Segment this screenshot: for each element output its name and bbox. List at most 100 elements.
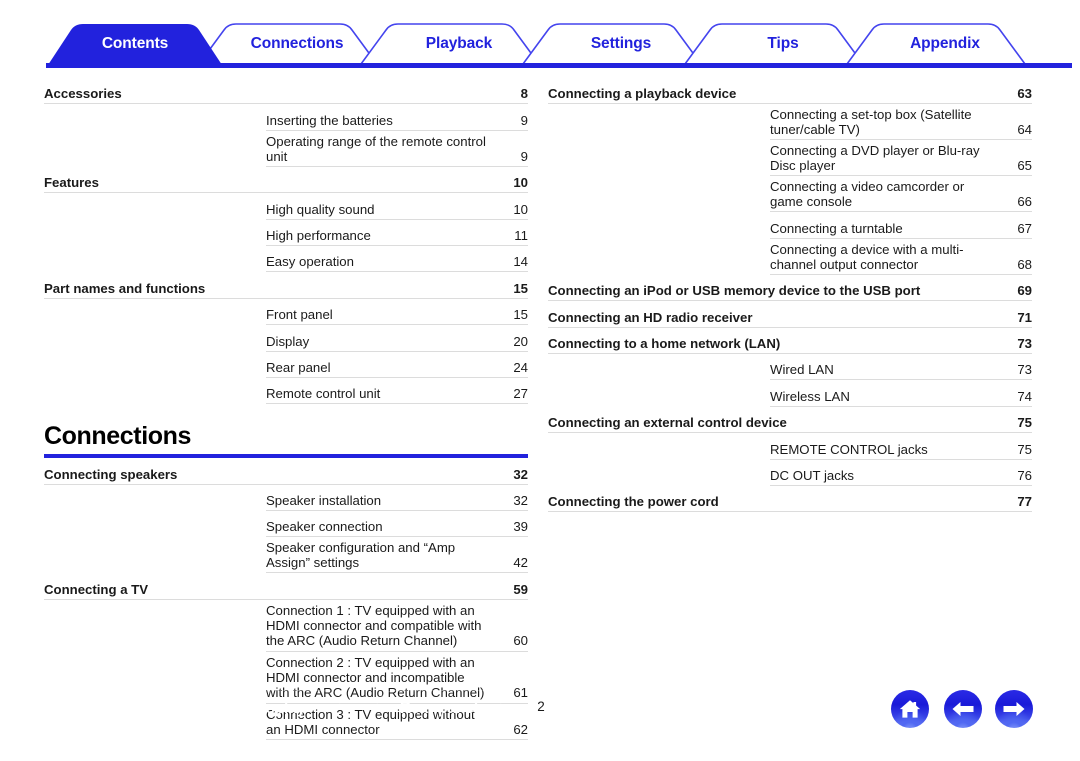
toc-indent-spacer (44, 298, 266, 324)
arrow-left-icon-glyph (952, 702, 974, 716)
toc-entry-title: Connecting a DVD player or Blu-ray Disc … (770, 139, 992, 177)
toc-entry-page: 66 (992, 175, 1032, 213)
toc-indent-spacer (44, 130, 266, 166)
toc-entry-item[interactable]: Display 20 (44, 324, 528, 352)
toc-entry-title: Display (266, 324, 488, 352)
toc-entry-title: Connecting a turntable (770, 211, 992, 239)
toc-indent-spacer (44, 511, 266, 537)
toc-entry-item[interactable]: Speaker connection 39 (44, 510, 528, 538)
toc-entry-heading[interactable]: Connecting the power cord 77 (548, 485, 1032, 513)
toc-entry-page: 8 (488, 78, 528, 105)
toc-content: Accessories 8 Inserting the batteries 9 Oper… (0, 78, 1080, 740)
toc-entry-item[interactable]: Easy operation 14 (44, 245, 528, 273)
home-icon[interactable] (891, 690, 929, 728)
toc-entry-title: High performance (266, 219, 488, 246)
toc-entry-item[interactable]: Wireless LAN 74 (548, 379, 1032, 407)
toc-entry-page: 42 (488, 536, 528, 574)
toc-entry-page: 32 (488, 458, 528, 485)
toc-entry-page: 73 (992, 327, 1032, 354)
toc-entry-page: 24 (488, 351, 528, 378)
toc-indent-spacer (548, 104, 770, 140)
toc-entry-heading[interactable]: Connecting a playback device 63 (548, 78, 1032, 105)
toc-entry-item[interactable]: REMOTE CONTROL jacks 75 (548, 432, 1032, 460)
toc-entry-title: Easy operation (266, 245, 488, 273)
toc-entry-page: 9 (488, 130, 528, 167)
nav-button-display[interactable]: Display (215, 690, 341, 728)
toc-entry-item[interactable]: Connecting a set-top box (Satellite tune… (548, 103, 1032, 141)
nav-button-front-panel[interactable]: Front panel (52, 690, 178, 728)
toc-entry-page: 11 (488, 219, 528, 246)
toc-entry-page: 77 (992, 485, 1032, 513)
nav-button-remote[interactable]: Remote (577, 690, 703, 728)
toc-entry-item[interactable]: Connecting a device with a multi-channel… (548, 238, 1032, 275)
toc-entry-item[interactable]: DC OUT jacks 76 (548, 459, 1032, 486)
toc-entry-item[interactable]: Connecting a video camcorder or game con… (548, 175, 1032, 213)
toc-entry-heading[interactable]: Connecting speakers 32 (44, 458, 528, 485)
tab-appendix[interactable]: Appendix (856, 35, 1034, 53)
toc-indent-spacer (548, 176, 770, 212)
arrow-right-icon[interactable] (995, 690, 1033, 728)
toc-entry-title: REMOTE CONTROL jacks (770, 432, 992, 460)
toc-entry-title: Wired LAN (770, 353, 992, 381)
tab-connections[interactable]: Connections (208, 35, 386, 53)
toc-entry-page: 15 (488, 298, 528, 326)
toc-entry-heading[interactable]: Connecting an HD radio receiver 71 (548, 300, 1032, 328)
toc-entry-item[interactable]: High performance 11 (44, 219, 528, 246)
nav-button-rear-panel[interactable]: Rear panel (376, 690, 502, 728)
toc-entry-page: 32 (488, 484, 528, 512)
toc-entry-item[interactable]: Speaker configuration and “Amp Assign” s… (44, 536, 528, 574)
toc-indent-spacer (548, 212, 770, 238)
nav-button-index[interactable]: Index (738, 690, 864, 728)
toc-table-left: Accessories 8 Inserting the batteries 9 Oper… (44, 78, 528, 740)
toc-entry-item[interactable]: Remote control unit 27 (44, 377, 528, 405)
toc-entry-heading[interactable]: Connecting an iPod or USB memory device … (548, 274, 1032, 302)
toc-entry-page: 27 (488, 377, 528, 405)
toc-entry-heading[interactable]: Connecting to a home network (LAN) 73 (548, 327, 1032, 354)
toc-entry-title: Connecting a TV (44, 572, 488, 600)
toc-entry-title: Connecting a playback device (548, 78, 992, 105)
toc-entry-heading[interactable]: Connecting a TV 59 (44, 572, 528, 600)
toc-entry-item[interactable]: Speaker installation 32 (44, 484, 528, 512)
toc-entry-item[interactable]: Rear panel 24 (44, 351, 528, 378)
toc-entry-item[interactable]: Wired LAN 73 (548, 353, 1032, 381)
toc-entry-item[interactable]: Operating range of the remote control un… (44, 130, 528, 167)
tab-settings[interactable]: Settings (532, 35, 710, 53)
toc-entry-item[interactable]: Connecting a DVD player or Blu-ray Disc … (548, 139, 1032, 177)
toc-entry-item[interactable]: Inserting the batteries 9 (44, 103, 528, 131)
toc-entry-title: Inserting the batteries (266, 103, 488, 131)
home-icon-glyph (899, 700, 921, 718)
toc-entry-title: Connecting an HD radio receiver (548, 300, 992, 328)
toc-entry-heading[interactable]: Features 10 (44, 166, 528, 194)
footer-nav: Front panel Display Rear panel Remote In… (0, 690, 1080, 750)
toc-entry-title: Connecting an iPod or USB memory device … (548, 274, 992, 302)
tab-tips[interactable]: Tips (694, 35, 872, 53)
toc-entry-title: Front panel (266, 298, 488, 326)
toc-entry-heading[interactable]: Part names and functions 15 (44, 271, 528, 299)
toc-entry-title: Connecting the power cord (548, 485, 992, 513)
toc-entry-page: 75 (992, 432, 1032, 460)
toc-table-right: Connecting a playback device 63 Connecting… (548, 78, 1032, 513)
tab-playback[interactable]: Playback (370, 35, 548, 53)
toc-section-break: Connections (44, 404, 528, 459)
toc-entry-title: Rear panel (266, 351, 488, 378)
toc-entry-item[interactable]: Connection 1 : TV equipped with an HDMI … (44, 599, 528, 652)
toc-entry-item[interactable]: Connecting a turntable 67 (548, 211, 1032, 239)
toc-entry-page: 10 (488, 166, 528, 194)
toc-indent-spacer (44, 537, 266, 573)
toc-entry-item[interactable]: High quality sound 10 (44, 192, 528, 220)
arrow-left-icon[interactable] (944, 690, 982, 728)
toc-entry-page: 76 (992, 459, 1032, 486)
toc-entry-heading[interactable]: Accessories 8 (44, 78, 528, 105)
toc-entry-item[interactable]: Front panel 15 (44, 298, 528, 326)
toc-entry-title: Connecting to a home network (LAN) (548, 327, 992, 354)
toc-indent-spacer (548, 433, 770, 459)
toc-entry-page: 75 (992, 406, 1032, 434)
toc-entry-page: 64 (992, 103, 1032, 141)
tab-contents[interactable]: Contents (46, 35, 224, 53)
toc-indent-spacer (548, 459, 770, 485)
toc-indent-spacer (548, 380, 770, 406)
toc-entry-title: Connecting an external control device (548, 406, 992, 434)
toc-entry-heading[interactable]: Connecting an external control device 75 (548, 406, 1032, 434)
toc-entry-title: Operating range of the remote control un… (266, 130, 488, 167)
toc-entry-title: Part names and functions (44, 271, 488, 299)
